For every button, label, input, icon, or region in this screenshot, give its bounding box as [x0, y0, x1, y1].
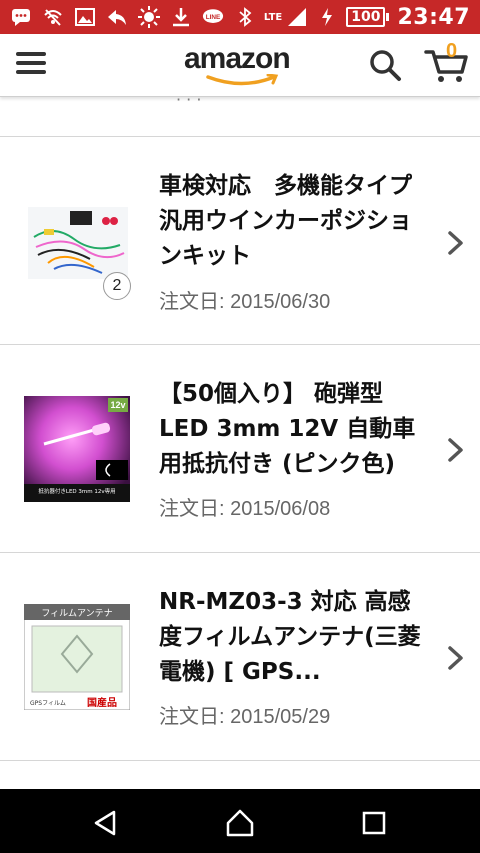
battery-indicator: 100: [346, 7, 390, 27]
order-date: 注文日: 2015/05/29: [159, 706, 331, 728]
image-label: フィルムアンテナ: [41, 608, 112, 619]
battery-level: 100: [346, 7, 386, 27]
image-footer-right: 国産品: [87, 696, 117, 709]
wifi-off-icon: [42, 6, 64, 28]
menu-icon[interactable]: [16, 52, 46, 76]
order-list: · · · 2 車検対応 多機能タイプ汎用ウインカーポジションキット 注文日: …: [0, 90, 480, 801]
search-icon[interactable]: [368, 48, 402, 86]
charging-icon: [316, 6, 338, 28]
bluetooth-icon: [234, 6, 256, 28]
reply-icon: [106, 6, 128, 28]
list-item-partial: · · ·: [0, 90, 480, 137]
quantity-badge: 2: [103, 272, 131, 300]
brightness-icon: [138, 6, 160, 28]
cart-count: 0: [446, 40, 458, 62]
signal-icon: [286, 6, 308, 28]
chevron-right-icon: [446, 437, 466, 463]
back-icon[interactable]: [90, 807, 122, 839]
logo-text: amazon: [184, 42, 291, 75]
status-bar: LINE LTE 100 23:47: [0, 0, 480, 34]
download-icon: [170, 6, 192, 28]
chevron-right-icon: [446, 645, 466, 671]
app-header: amazon 0: [0, 34, 480, 97]
order-date: 注文日: 2015/06/30: [159, 291, 331, 313]
chevron-right-icon: [446, 230, 466, 256]
system-nav-bar: [0, 789, 480, 853]
amazon-logo[interactable]: amazon: [182, 42, 298, 88]
image-caption: 抵抗器付きLED 3mm 12v専用: [38, 487, 115, 495]
image-icon: [74, 6, 96, 28]
clock: 23:47: [397, 4, 470, 30]
partial-text: · · ·: [176, 90, 202, 109]
product-image: 12v 抵抗器付きLED 3mm 12v専用: [24, 396, 130, 502]
item-title: NR-MZ03-3 対応 高感度フィルムアンテナ(三菱電機) [ GPS...: [159, 589, 421, 685]
line-app-icon: LINE: [202, 6, 224, 28]
order-item[interactable]: 2 車検対応 多機能タイプ汎用ウインカーポジションキット 注文日: 2015/0…: [0, 137, 480, 345]
product-image: フィルムアンテナ GPSフィルム 国産品: [23, 603, 131, 711]
smile-icon: [206, 74, 279, 86]
order-item[interactable]: 12v 抵抗器付きLED 3mm 12v専用 【50個入り】 砲弾型LED 3m…: [0, 345, 480, 553]
network-type: LTE: [263, 11, 283, 23]
home-icon[interactable]: [224, 807, 256, 839]
order-date: 注文日: 2015/06/08: [159, 498, 331, 520]
image-footer-left: GPSフィルム: [30, 700, 66, 707]
message-icon: [10, 6, 32, 28]
svg-text:LINE: LINE: [206, 14, 221, 21]
recent-apps-icon[interactable]: [358, 807, 390, 839]
item-title: 【50個入り】 砲弾型LED 3mm 12V 自動車用抵抗付き (ピンク色): [159, 381, 416, 477]
system-status: LTE 100 23:47: [234, 4, 470, 30]
voltage-badge: 12v: [110, 400, 125, 410]
item-title: 車検対応 多機能タイプ汎用ウインカーポジションキット: [159, 173, 412, 269]
order-item[interactable]: フィルムアンテナ GPSフィルム 国産品 NR-MZ03-3 対応 高感度フィル…: [0, 553, 480, 761]
notification-icons: LINE: [10, 5, 224, 29]
